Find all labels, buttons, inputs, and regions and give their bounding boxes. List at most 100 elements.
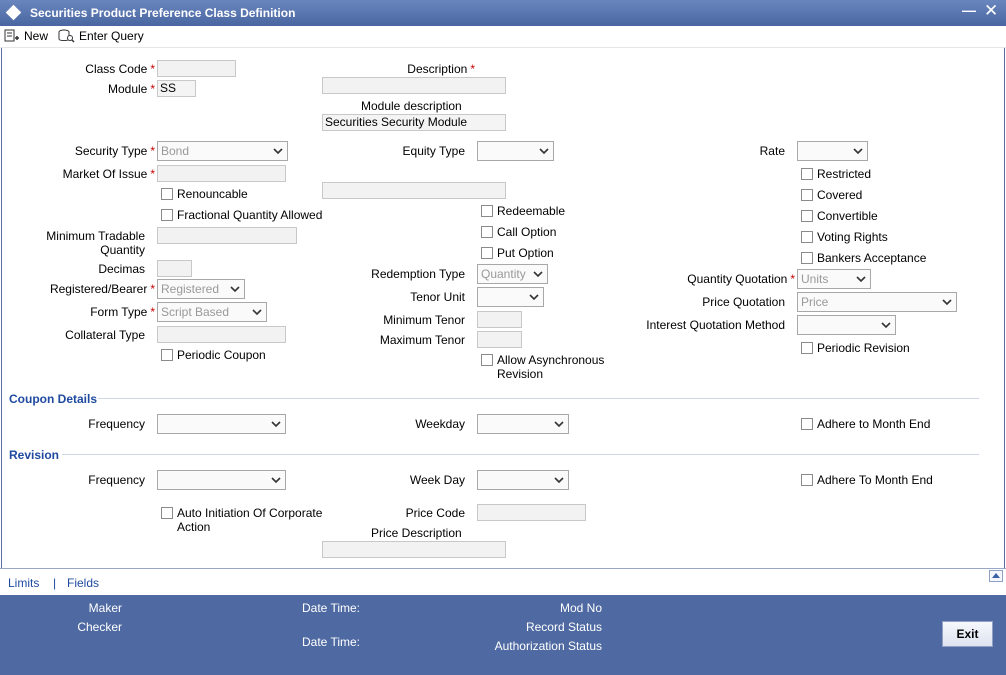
chevron-down-icon (856, 276, 866, 283)
bankers-acceptance-checkbox[interactable]: Bankers Acceptance (801, 251, 926, 265)
audit-status-bar (0, 595, 1006, 675)
restricted-checkbox[interactable]: Restricted (801, 167, 871, 181)
chevron-down-icon (554, 421, 564, 428)
coupon-weekday-label: Weekday (415, 417, 465, 431)
collateral-type-label: Collateral Type (65, 328, 145, 342)
tenor-unit-label: Tenor Unit (410, 290, 465, 304)
minimize-icon[interactable]: — (962, 2, 976, 18)
minimum-tradable-label: Minimum Tradable Quantity (46, 229, 145, 257)
description-input[interactable] (322, 77, 506, 94)
revision-divider (62, 454, 979, 455)
form-type-label: Form Type * (90, 305, 155, 319)
revision-adhere-month-end-checkbox[interactable]: Adhere To Month End (801, 473, 933, 487)
call-option-checkbox[interactable]: Call Option (481, 225, 556, 239)
coupon-frequency-label: Frequency (88, 417, 145, 431)
class-code-input[interactable] (157, 60, 236, 77)
put-option-checkbox[interactable]: Put Option (481, 246, 554, 260)
convertible-checkbox[interactable]: Convertible (801, 209, 878, 223)
enter-query-label: Enter Query (79, 29, 144, 43)
limits-link[interactable]: Limits (8, 576, 39, 590)
redemption-type-select[interactable]: Quantity (477, 264, 548, 284)
new-button[interactable]: New (4, 29, 48, 43)
coupon-frequency-select[interactable] (157, 414, 286, 434)
title-bar: Securities Product Preference Class Defi… (0, 0, 1006, 26)
chevron-down-icon (271, 421, 281, 428)
record-status-label: Record Status (525, 620, 602, 634)
decimals-label: Decimas (98, 262, 145, 276)
maximum-tenor-input[interactable] (477, 331, 522, 348)
enter-query-icon (58, 29, 75, 43)
registered-bearer-label: Registered/Bearer * (49, 282, 155, 296)
chevron-down-icon (252, 309, 262, 316)
toolbar: New Enter Query (0, 26, 1006, 48)
chevron-down-icon (529, 294, 539, 301)
minimum-tenor-label: Minimum Tenor (383, 313, 465, 327)
price-quotation-label: Price Quotation (702, 295, 785, 309)
market-description-input[interactable] (322, 182, 506, 199)
window-diamond-icon (5, 4, 22, 21)
quantity-quotation-select[interactable]: Units (797, 269, 871, 289)
checker-label: Checker (77, 620, 122, 634)
rate-select[interactable] (797, 141, 868, 161)
allow-async-revision-checkbox[interactable]: Allow Asynchronous Revision (481, 353, 604, 381)
module-input[interactable]: SS (157, 80, 196, 97)
new-label: New (24, 29, 49, 43)
form-type-select[interactable]: Script Based (157, 302, 267, 322)
coupon-details-heading: Coupon Details (9, 392, 98, 406)
chevron-down-icon (273, 148, 283, 155)
fractional-quantity-checkbox[interactable]: Fractional Quantity Allowed (161, 208, 322, 222)
revision-frequency-select[interactable] (157, 470, 286, 490)
coupon-adhere-month-end-checkbox[interactable]: Adhere to Month End (801, 417, 930, 431)
chevron-down-icon (881, 322, 891, 329)
chevron-down-icon (942, 299, 952, 306)
collateral-type-input[interactable] (157, 326, 286, 343)
price-description-input[interactable] (322, 541, 506, 558)
exit-button[interactable]: Exit (942, 621, 993, 647)
periodic-revision-checkbox[interactable]: Periodic Revision (801, 341, 910, 355)
revision-weekday-label: Week Day (409, 473, 465, 487)
decimals-input[interactable] (157, 260, 192, 277)
equity-type-label: Equity Type (402, 144, 465, 158)
footer-link-separator: | (53, 576, 57, 590)
minimum-tradable-input[interactable] (157, 227, 297, 244)
module-description-label: Module description (361, 99, 462, 113)
redeemable-checkbox[interactable]: Redeemable (481, 204, 565, 218)
voting-rights-checkbox[interactable]: Voting Rights (801, 230, 888, 244)
registered-bearer-select[interactable]: Registered (157, 279, 245, 299)
chevron-down-icon (539, 148, 549, 155)
maker-date-time-label: Date Time: (302, 601, 361, 615)
minimum-tenor-input[interactable] (477, 311, 522, 328)
close-icon[interactable]: ✕ (984, 1, 998, 21)
auto-initiation-checkbox[interactable]: Auto Initiation Of Corporate Action (161, 506, 322, 534)
redemption-type-label: Redemption Type (371, 267, 465, 281)
mod-no-label: Mod No (559, 601, 602, 615)
interest-quotation-select[interactable] (797, 315, 896, 335)
price-code-input[interactable] (477, 504, 586, 521)
maximum-tenor-label: Maximum Tenor (379, 333, 465, 347)
description-label: Description * (407, 62, 475, 76)
price-quotation-select[interactable]: Price (797, 292, 957, 312)
checker-date-time-label: Date Time: (302, 635, 361, 649)
security-type-select[interactable]: Bond (157, 141, 288, 161)
coupon-weekday-select[interactable] (477, 414, 569, 434)
chevron-down-icon (853, 148, 863, 155)
module-description-input[interactable]: Securities Security Module (322, 114, 506, 131)
module-label: Module * (107, 82, 155, 96)
authorization-status-label: Authorization Status (494, 639, 602, 653)
window-title: Securities Product Preference Class Defi… (30, 6, 296, 20)
quantity-quotation-label: Quantity Quotation * (687, 272, 795, 286)
chevron-down-icon (554, 477, 564, 484)
tenor-unit-select[interactable] (477, 287, 544, 307)
scroll-up-icon[interactable] (989, 570, 1003, 582)
fields-link[interactable]: Fields (67, 576, 99, 590)
market-of-issue-input[interactable] (157, 165, 286, 182)
covered-checkbox[interactable]: Covered (801, 188, 862, 202)
revision-weekday-select[interactable] (477, 470, 569, 490)
enter-query-button[interactable]: Enter Query (58, 29, 144, 43)
coupon-divider (98, 398, 979, 399)
periodic-coupon-checkbox[interactable]: Periodic Coupon (161, 348, 266, 362)
equity-type-select[interactable] (477, 141, 554, 161)
new-icon (4, 29, 19, 42)
renouncable-checkbox[interactable]: Renouncable (161, 187, 248, 201)
revision-heading: Revision (9, 448, 60, 462)
